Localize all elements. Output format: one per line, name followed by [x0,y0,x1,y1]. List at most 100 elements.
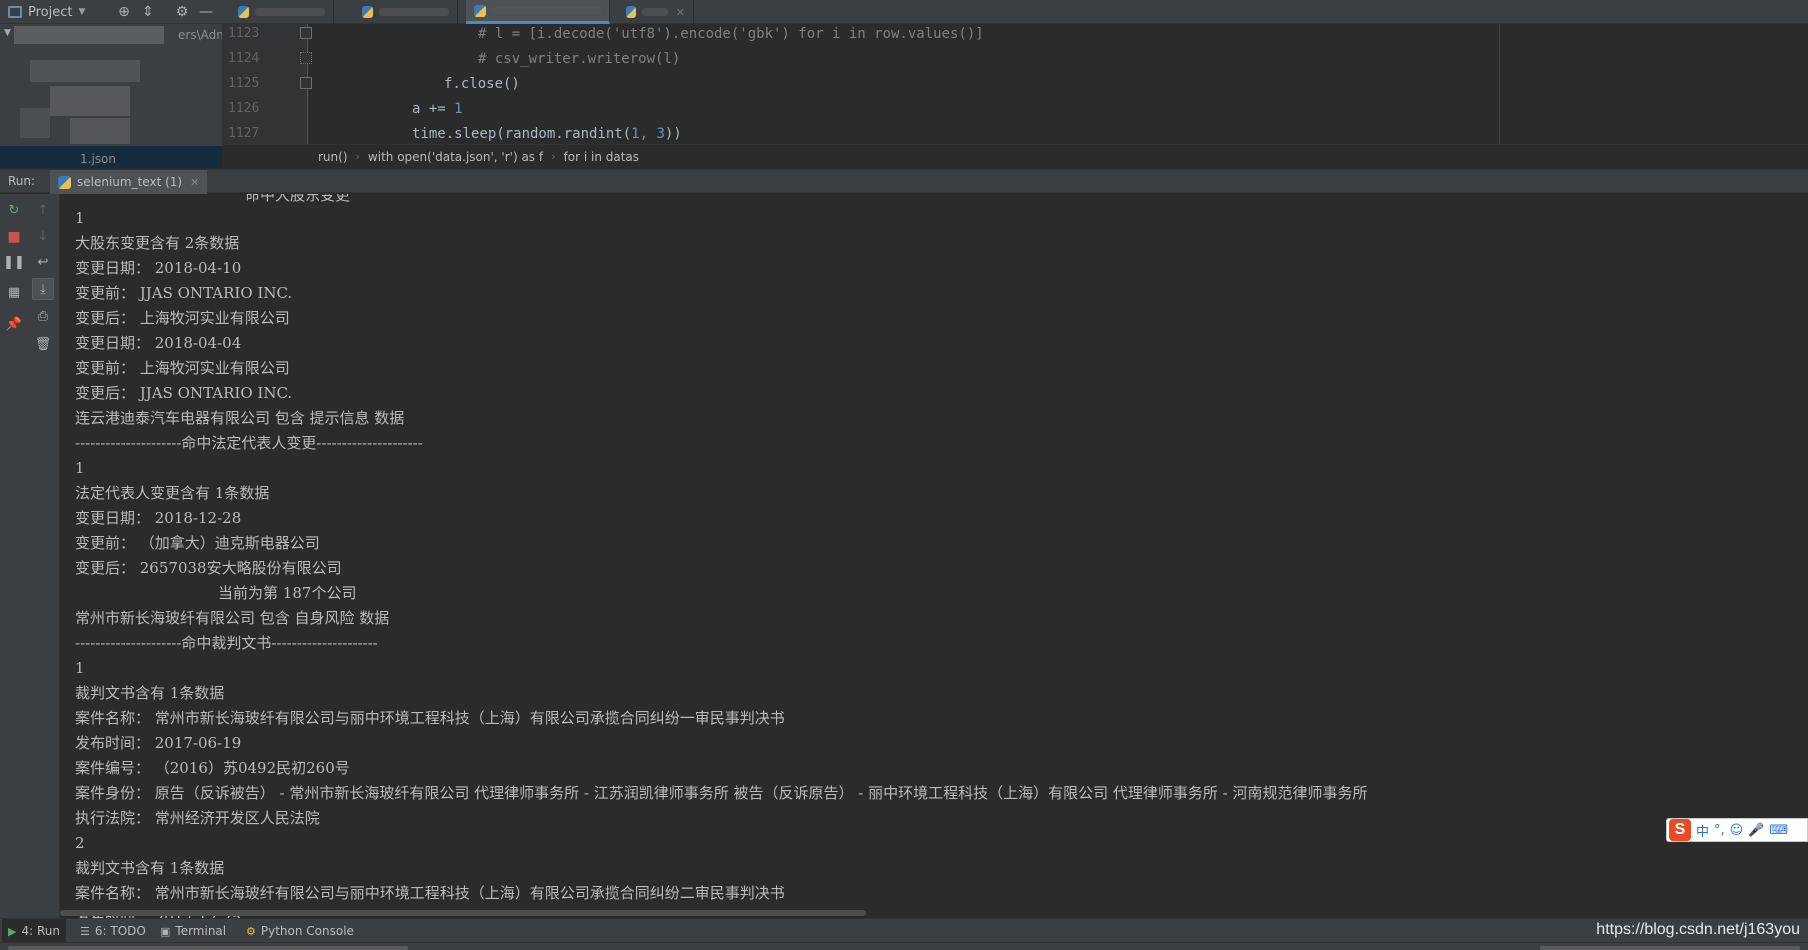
ime-toolbar[interactable]: S 中 °, ☺ 🎤 ⌨ [1666,818,1808,842]
breadcrumb-item[interactable]: for i in datas [564,150,640,164]
todo-icon: ☰ [80,924,90,938]
close-icon[interactable]: ✕ [190,176,199,189]
console-line: 法定代表人变更含有 1条数据 [75,484,270,502]
print-icon[interactable]: ⎙ [32,306,54,328]
soft-wrap-icon[interactable]: ↩ [32,252,54,274]
code-line-1126: a += 1 [412,101,463,117]
target-icon[interactable]: ⊕ [114,2,134,22]
todo-toolwindow-button[interactable]: ☰ 6: TODO [74,919,152,943]
console-line: 连云港迪泰汽车电器有限公司 包含 提示信息 数据 [75,409,405,427]
python-file-icon [474,4,486,17]
code-line-1124: # csv_writer.writerow(l) [478,51,681,67]
sogou-logo-icon[interactable]: S [1669,819,1691,841]
breadcrumb-item[interactable]: with open('data.json', 'r') as f [368,150,543,164]
pin-icon[interactable]: 📌 [3,314,25,336]
console-line: 常州市新长海玻纤有限公司 包含 自身风险 数据 [75,609,390,627]
tab-title-blurred [378,8,449,16]
stop-icon[interactable]: ■ [3,226,25,248]
tool-window-label: 4: Run [21,924,60,938]
project-path-fragment: ers\Adm [178,28,222,42]
console-line: ---------------------命中法定代表人变更----------… [75,434,423,452]
code-line-1127: time.sleep(random.randint(1, 3)) [412,126,682,142]
microphone-icon[interactable]: 🎤 [1748,823,1764,838]
console-line: 1 [75,209,85,227]
editor-tab-2[interactable] [354,0,458,24]
console-line: 1 [75,659,85,677]
emoji-icon[interactable]: ☺ [1730,823,1744,838]
ime-chinese-mode[interactable]: 中 [1696,821,1709,840]
console-line: 案件身份： 原告（反诉被告） - 常州市新长海玻纤有限公司 代理律师事务所 - … [75,784,1368,802]
console-line: 变更前： JJAS ONTARIO INC. [75,284,293,302]
code-text: )) [664,126,682,142]
chevron-right-icon: › [551,150,556,163]
project-dropdown-button[interactable]: Project ▼ [8,0,85,24]
console-line: ---------------------命中裁判文书-------------… [75,634,378,652]
tree-expand-icon[interactable]: ▼ [4,28,11,38]
console-line: 变更前： （加拿大）迪克斯电器公司 [75,534,320,552]
horizontal-scrollbar[interactable] [60,910,866,916]
editor-tab-active[interactable] [466,0,610,24]
tool-window-label: Python Console [260,924,354,938]
rerun-icon[interactable]: ↻ [3,200,25,222]
keyboard-icon[interactable]: ⌨ [1769,823,1788,838]
layout-icon[interactable]: ▦ [3,282,25,304]
console-line: 变更前： 上海牧河实业有限公司 [75,359,290,377]
console-line: 1 [75,459,85,477]
code-text: a += [412,101,455,117]
top-toolbar: Project ▼ ⊕ ⇕ ⚙ — ✕ [0,0,1808,24]
code-editor[interactable]: 1123 1124 1125 1126 1127 # l = [i.decode… [222,24,1808,144]
editor-tab-4[interactable]: ✕ [618,0,694,24]
fold-marker-icon[interactable] [300,52,312,64]
breadcrumb: run() › with open('data.json', 'r') as f… [222,144,1808,168]
down-arrow-icon[interactable]: ↓ [32,226,54,248]
run-toolwindow-header: Run: selenium_text (1) ✕ [0,169,1808,194]
collapse-icon[interactable]: ⇕ [138,2,158,22]
trash-icon[interactable]: 🗑 [32,334,54,356]
chevron-right-icon: › [355,150,360,163]
watermark: https://blog.csdn.net/j163you [1596,921,1800,938]
console-line: 案件编号： （2016）苏0492民初260号 [75,759,350,777]
console-line: 变更日期： 2018-04-04 [75,334,242,352]
terminal-toolwindow-button[interactable]: ▣ Terminal [154,919,232,943]
tab-title-blurred [254,8,325,16]
console-line: 变更日期： 2018-12-28 [75,509,242,527]
project-label: Project [28,4,73,20]
run-label: Run: [8,174,36,188]
run-toolwindow-button[interactable]: ▶ 4: Run [2,919,66,943]
console-line: 执行法院： 常州经济开发区人民法院 [75,809,320,827]
console-line: 裁判文书含有 1条数据 [75,859,225,877]
project-panel[interactable]: ▼ ers\Adm 1.json [0,24,222,168]
run-config-tab[interactable]: selenium_text (1) ✕ [50,170,208,194]
code-number: 1, 3 [631,126,665,142]
line-number: 1126 [228,101,260,116]
run-console-output[interactable]: 命中大股东变更 1 大股东变更含有 2条数据 变更日期： 2018-04-10 … [60,194,1808,918]
console-line: 变更后： 上海牧河实业有限公司 [75,309,290,327]
python-file-icon [626,6,636,18]
scroll-to-end-icon[interactable]: ⤓ [32,278,54,300]
breadcrumb-item[interactable]: run() [318,150,348,164]
fold-marker-icon[interactable] [300,77,312,89]
pause-icon[interactable]: ❚❚ [3,252,25,274]
code-number: 1 [454,101,463,117]
python-file-icon [362,6,373,18]
console-line: 变更后： JJAS ONTARIO INC. [75,384,293,402]
terminal-icon: ▣ [160,924,171,938]
project-file-fragment[interactable]: 1.json [80,152,116,166]
line-number-gutter: 1123 1124 1125 1126 1127 [222,24,312,144]
console-line: 发布时间： 2017-06-19 [75,734,242,752]
fold-marker-icon[interactable] [300,27,312,39]
gear-icon[interactable]: ⚙ [172,2,192,22]
line-number: 1125 [228,76,260,91]
minimize-icon[interactable]: — [196,2,216,22]
python-console-toolwindow-button[interactable]: ⚙ Python Console [240,919,360,943]
ime-punctuation-mode[interactable]: °, [1714,823,1725,838]
editor-tab-1[interactable] [230,0,334,24]
console-line: 变更后： 2657038安大略股份有限公司 [75,559,342,577]
tool-window-bar: ▶ 4: Run ☰ 6: TODO ▣ Terminal ⚙ Python C… [0,918,1808,943]
close-icon[interactable]: ✕ [676,6,685,19]
dropdown-arrow-icon: ▼ [78,7,86,17]
tab-title-blurred [641,8,668,16]
status-bar [0,942,1808,950]
folder-icon [8,6,22,18]
up-arrow-icon[interactable]: ↑ [32,200,54,222]
